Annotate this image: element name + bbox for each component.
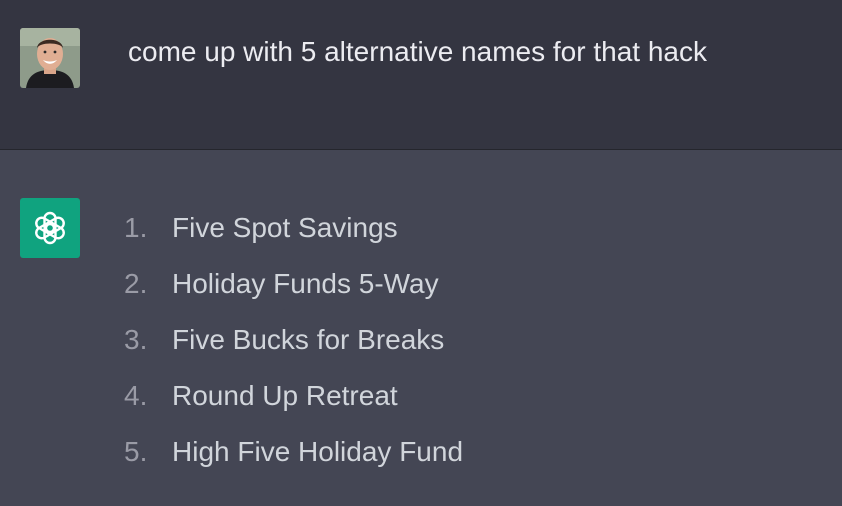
list-item-text: Holiday Funds 5-Way [172, 268, 439, 299]
user-avatar [20, 28, 80, 88]
list-item-number: 4. [124, 380, 148, 411]
user-message-row: come up with 5 alternative names for tha… [0, 0, 842, 150]
answer-list: 1. Five Spot Savings 2. Holiday Funds 5-Wa… [124, 206, 463, 486]
list-item: 3. Five Bucks for Breaks [124, 318, 463, 374]
list-item: 4. Round Up Retreat [124, 374, 463, 430]
list-item-number: 2. [124, 268, 148, 299]
list-item: 1. Five Spot Savings [124, 206, 463, 262]
list-item-text: Round Up Retreat [172, 380, 398, 411]
openai-logo-icon [20, 198, 80, 258]
list-item-number: 1. [124, 212, 148, 243]
list-item: 5. High Five Holiday Fund [124, 430, 463, 486]
user-message-text: come up with 5 alternative names for tha… [128, 36, 707, 67]
list-item-text: Five Bucks for Breaks [172, 324, 445, 355]
list-item-number: 5. [124, 436, 148, 467]
list-item-text: High Five Holiday Fund [172, 436, 464, 467]
list-item-number: 3. [124, 324, 148, 355]
assistant-message-row: 1. Five Spot Savings 2. Holiday Funds 5-Wa… [0, 150, 842, 506]
list-item: 2. Holiday Funds 5-Way [124, 262, 463, 318]
list-item-text: Five Spot Savings [172, 212, 398, 243]
user-avatar-photo-icon [20, 28, 80, 88]
